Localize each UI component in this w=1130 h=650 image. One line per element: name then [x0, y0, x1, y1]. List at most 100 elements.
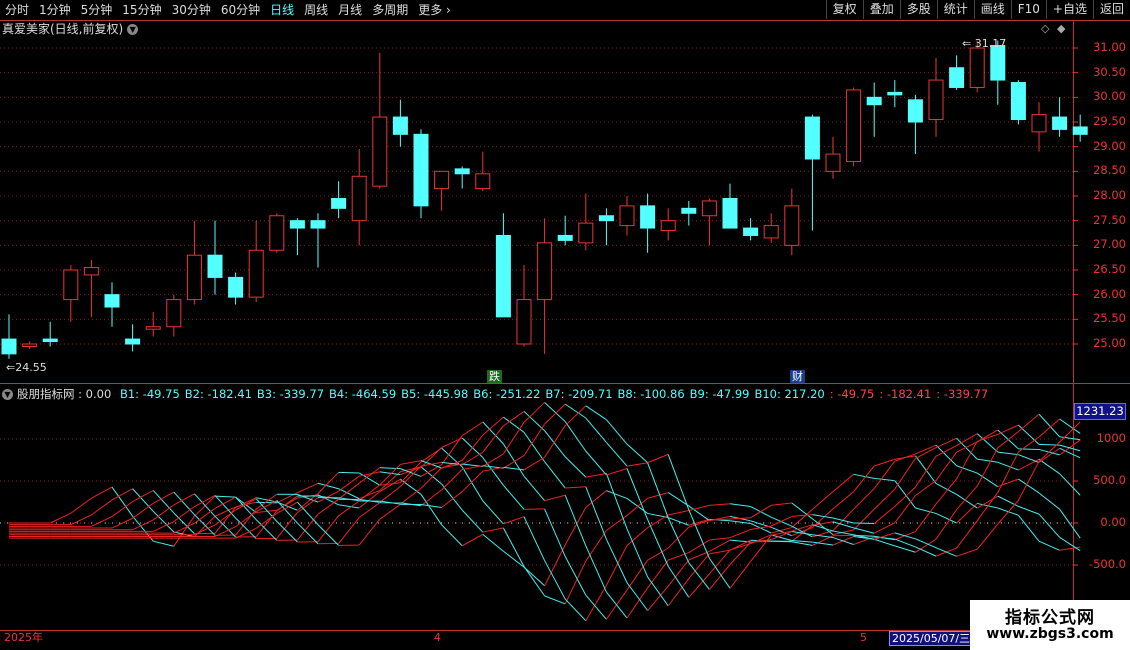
- indicator-line-segment: [1018, 514, 1040, 542]
- indicator-line-segment: [317, 498, 339, 515]
- indicator-line-segment: [482, 500, 504, 525]
- candle-body: [866, 96, 882, 106]
- indicator-line-segment: [111, 517, 133, 529]
- indicator-line-segment: [647, 492, 669, 499]
- candle-body: [701, 200, 717, 217]
- indicator-line-segment: [317, 472, 339, 494]
- timeline-month-4: 4: [434, 631, 441, 644]
- indicator-line-segment: [235, 511, 257, 528]
- indicator-line-segment: [915, 538, 937, 553]
- indicator-line-segment: [709, 537, 731, 541]
- indicator-line-segment: [461, 451, 484, 466]
- indicator-line-segment: [997, 451, 1019, 493]
- indicator-line-segment: [400, 460, 422, 465]
- indicator-line-segment: [667, 454, 690, 510]
- indicator-line-segment: [1038, 418, 1060, 438]
- indicator-line-segment: [461, 421, 484, 437]
- indicator-line-segment: [482, 533, 504, 552]
- chart-canvas[interactable]: [0, 0, 1130, 650]
- indicator-line-segment: [317, 515, 339, 543]
- indicator-line-segment: [338, 475, 360, 492]
- indicator-line-segment: [441, 483, 463, 511]
- indicator-axis-label: 500.0: [1093, 473, 1126, 487]
- indicator-line-segment: [297, 482, 319, 494]
- indicator-line-segment: [441, 469, 463, 491]
- indicator-line-segment: [626, 560, 649, 591]
- indicator-line-segment: [935, 451, 958, 481]
- indicator-line-segment: [338, 504, 360, 509]
- indicator-line-segment: [152, 504, 175, 521]
- indicator-line-segment: [585, 530, 607, 562]
- indicator-line-segment: [523, 516, 546, 561]
- indicator-line-segment: [1018, 505, 1040, 515]
- candle-body: [166, 299, 182, 328]
- candle-body: [454, 168, 470, 175]
- indicator-line-segment: [523, 475, 545, 501]
- indicator-line-segment: [874, 477, 895, 482]
- candle-body: [434, 170, 450, 190]
- indicator-line-segment: [523, 423, 546, 456]
- timeline-selected-date[interactable]: 2025/05/07/三: [889, 631, 974, 646]
- indicator-value-2: B3: -339.77: [256, 387, 325, 401]
- indicator-line-segment: [997, 424, 1019, 435]
- indicator-line-segment: [647, 559, 669, 589]
- indicator-header: ▼ 股朋指标网 : 0.00 B1: -49.75 B2: -182.41 B3: -…: [2, 386, 993, 402]
- indicator-line-segment: [873, 488, 896, 510]
- price-axis-label: 28.50: [1093, 163, 1126, 178]
- indicator-line-segment: [894, 453, 916, 462]
- indicator-line-segment: [647, 519, 669, 567]
- indicator-line-segment: [338, 500, 360, 517]
- indicator-line-segment: [832, 473, 854, 492]
- indicator-line-segment: [688, 550, 710, 561]
- indicator-line-segment: [276, 521, 298, 543]
- indicator-line-segment: [523, 566, 545, 587]
- indicator-line-segment: [915, 503, 937, 532]
- indicator-line-segment: [400, 478, 422, 495]
- candle-body: [1052, 116, 1068, 130]
- candle-body: [887, 91, 903, 96]
- indicator-line-segment: [420, 494, 443, 526]
- indicator-line-segment: [935, 437, 957, 449]
- candle-body: [846, 89, 862, 162]
- candle-body: [248, 249, 264, 298]
- chevron-down-icon[interactable]: ▼: [2, 389, 13, 400]
- candle-body: [22, 343, 38, 347]
- candle-body: [763, 225, 779, 239]
- indicator-line-segment: [894, 545, 916, 553]
- cai-marker[interactable]: 财: [790, 370, 805, 383]
- indicator-line-segment: [1018, 413, 1040, 432]
- indicator-line-segment: [91, 486, 113, 499]
- indicator-line-segment: [317, 524, 339, 546]
- indicator-line-segment: [626, 582, 649, 611]
- candle-body: [1010, 82, 1026, 121]
- indicator-value-8: B9: -47.99: [689, 387, 750, 401]
- indicator-value-1: B2: -182.41: [184, 387, 252, 401]
- indicator-line-segment: [297, 513, 319, 541]
- candle-body: [1072, 126, 1088, 135]
- indicator-line-segment: [482, 453, 504, 467]
- die-marker[interactable]: 跌: [487, 370, 502, 383]
- indicator-line-segment: [853, 508, 875, 531]
- indicator-line-segment: [544, 508, 566, 557]
- indicator-line-segment: [502, 527, 525, 567]
- indicator-line-segment: [647, 453, 669, 464]
- price-axis-label: 27.50: [1093, 212, 1126, 227]
- indicator-line-segment: [379, 503, 401, 520]
- indicator-value-11: : -182.41: [879, 387, 932, 401]
- indicator-value-4: B5: -445.98: [401, 387, 469, 401]
- indicator-line-segment: [358, 484, 381, 502]
- price-axis-label: 26.50: [1093, 262, 1126, 276]
- candle-body: [1, 338, 17, 355]
- indicator-line-segment: [997, 495, 1019, 507]
- candle-body: [990, 45, 1006, 81]
- candle-body: [145, 326, 161, 330]
- candle-body: [619, 205, 635, 227]
- candle-body: [928, 79, 944, 121]
- indicator-value-9: B10: 217.20: [754, 387, 825, 401]
- candle-body: [969, 47, 985, 88]
- indicator-line-segment: [956, 437, 978, 460]
- indicator-line-segment: [997, 461, 1019, 471]
- indicator-line-segment: [503, 411, 525, 427]
- price-axis-label: 27.00: [1093, 237, 1126, 252]
- candle-body: [351, 175, 367, 222]
